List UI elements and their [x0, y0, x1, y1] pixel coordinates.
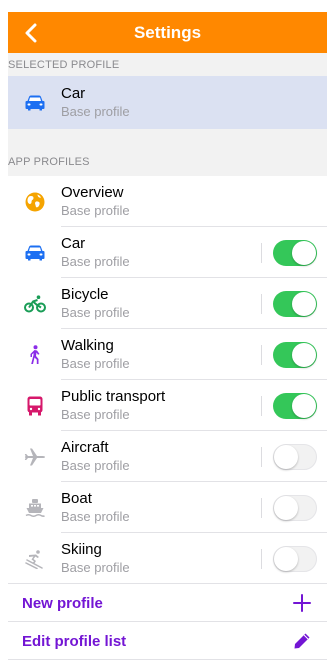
profile-subtitle: Base profile: [61, 458, 130, 473]
divider: [261, 549, 262, 569]
boat-icon: [8, 482, 61, 533]
profile-subtitle: Base profile: [61, 356, 130, 371]
car-icon: [8, 227, 61, 278]
plus-icon: [293, 594, 311, 612]
skiing-icon: [8, 533, 61, 584]
profile-subtitle: Base profile: [61, 407, 130, 422]
section-label: SELECTED PROFILE: [8, 58, 120, 71]
profile-row-skiing[interactable]: Skiing Base profile: [8, 533, 327, 584]
profile-subtitle: Base profile: [61, 104, 130, 119]
settings-screen: Settings SELECTED PROFILE Car Base profi…: [8, 12, 327, 665]
profile-name: Boat: [61, 490, 92, 507]
skiing-toggle[interactable]: [273, 545, 317, 572]
profile-row-bicycle[interactable]: Bicycle Base profile: [8, 278, 327, 329]
edit-profile-list-label: Edit profile list: [22, 632, 127, 650]
new-profile-button[interactable]: New profile: [8, 584, 327, 622]
bicycle-toggle[interactable]: [273, 290, 317, 317]
new-profile-label: New profile: [22, 594, 103, 612]
divider: [261, 447, 262, 467]
profile-name: Public transport: [61, 388, 166, 405]
profile-row-public-transport[interactable]: Public transport Base profile: [8, 380, 327, 431]
divider: [261, 294, 262, 314]
profile-subtitle: Base profile: [61, 254, 130, 269]
chevron-left-icon: [25, 23, 37, 42]
car-toggle[interactable]: [273, 239, 317, 266]
divider: [261, 396, 262, 416]
globe-icon: [8, 176, 61, 227]
profile-name: Skiing: [61, 541, 102, 558]
profile-subtitle: Base profile: [61, 509, 130, 524]
profile-name: Car: [61, 235, 86, 252]
profile-name: Car: [61, 85, 86, 102]
profile-row-boat[interactable]: Boat Base profile: [8, 482, 327, 533]
bicycle-icon: [8, 278, 61, 329]
profile-row-car[interactable]: Car Base profile: [8, 227, 327, 278]
profile-name: Walking: [61, 337, 114, 354]
car-icon: [8, 76, 61, 129]
profile-row-overview[interactable]: Overview Base profile: [8, 176, 327, 227]
public-transport-toggle[interactable]: [273, 392, 317, 419]
walking-icon: [8, 329, 61, 380]
pencil-icon: [294, 633, 310, 649]
selected-profile-header: SELECTED PROFILE: [8, 53, 327, 76]
section-label: APP PROFILES: [8, 156, 90, 168]
aircraft-toggle[interactable]: [273, 443, 317, 470]
profile-name: Aircraft: [61, 439, 109, 456]
profile-name: Overview: [61, 184, 124, 201]
divider: [261, 345, 262, 365]
profile-subtitle: Base profile: [61, 560, 130, 575]
profile-row-walking[interactable]: Walking Base profile: [8, 329, 327, 380]
profile-subtitle: Base profile: [61, 305, 130, 320]
edit-profile-list-button[interactable]: Edit profile list: [8, 622, 327, 660]
divider: [261, 243, 262, 263]
boat-toggle[interactable]: [273, 494, 317, 521]
walking-toggle[interactable]: [273, 341, 317, 368]
selected-profile-row[interactable]: Car Base profile: [8, 76, 327, 129]
airplane-icon: [8, 431, 61, 482]
profile-subtitle: Base profile: [61, 203, 130, 218]
top-bar: Settings: [8, 12, 327, 53]
page-title: Settings: [133, 22, 202, 42]
bus-icon: [8, 380, 61, 431]
back-button[interactable]: [16, 12, 46, 53]
app-profiles-header: APP PROFILES: [8, 129, 327, 176]
divider: [261, 498, 262, 518]
profile-name: Bicycle: [61, 286, 109, 303]
profile-row-aircraft[interactable]: Aircraft Base profile: [8, 431, 327, 482]
